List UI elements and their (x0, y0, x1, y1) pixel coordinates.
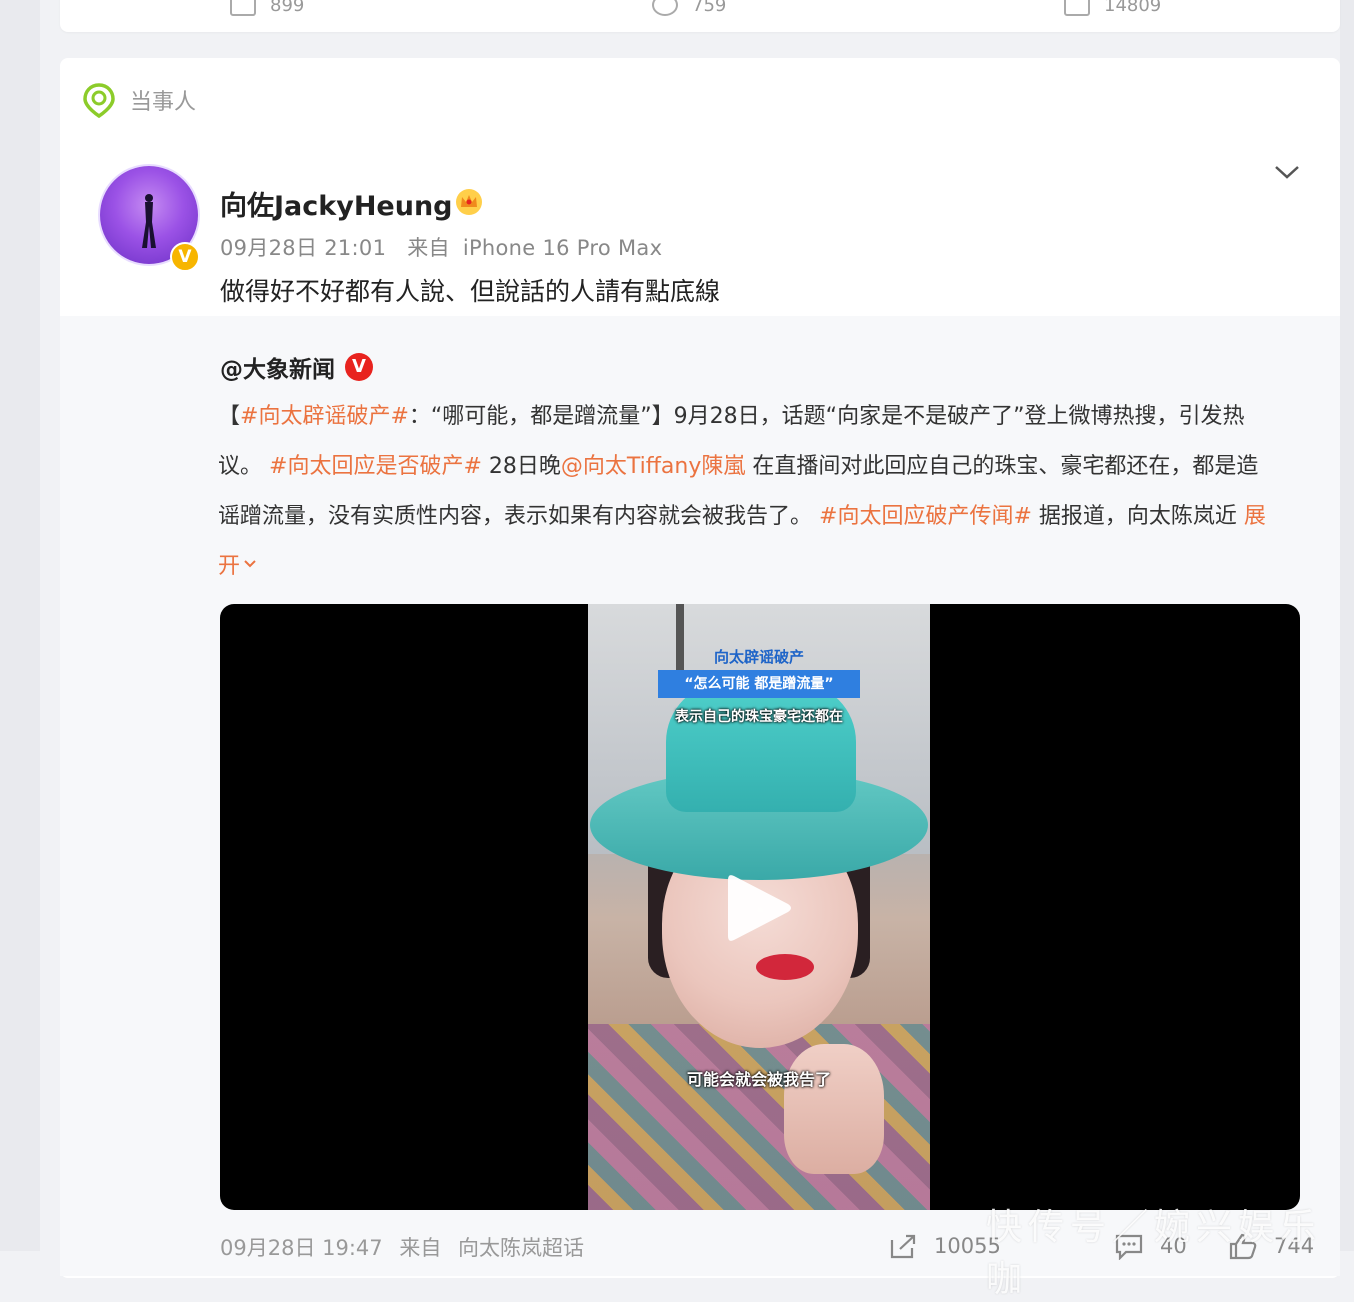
prev-like-count: 14809 (1104, 0, 1162, 16)
video-caption-line3: 表示自己的珠宝豪宅还都在 (675, 709, 843, 725)
card-tag: 当事人 (82, 82, 196, 118)
prev-like-action[interactable]: 14809 (1064, 0, 1161, 16)
watermark: 快传号／婉兴娱乐咖 (986, 1207, 1323, 1300)
author-name[interactable]: 向佐JackyHeung (220, 184, 453, 223)
video-caption-box: “怎么可能 都是蹭流量” (658, 670, 860, 698)
verified-badge: V (170, 242, 200, 272)
video-caption-bottom: 可能会就会被我告了 (686, 1070, 831, 1089)
body-text-1: 【 (218, 404, 241, 429)
repost-date[interactable]: 09月28日 19:47 (220, 1236, 383, 1260)
avatar-figure (142, 194, 156, 248)
location-pin-icon (83, 83, 115, 118)
page-gutter-left (0, 0, 40, 1251)
source-device: iPhone 16 Pro Max (462, 236, 663, 260)
post-card: 当事人 V 向佐JackyHeung 09月28日 21:01 来自 iPhon… (60, 58, 1340, 1278)
chevron-down-icon[interactable] (1272, 162, 1302, 182)
crown-icon (456, 189, 482, 215)
prev-comment-count: 759 (692, 0, 727, 16)
previous-post-card: 899 759 14809 (60, 0, 1340, 32)
frame-hand (784, 1044, 884, 1174)
like-icon (1064, 0, 1090, 16)
prev-share-action[interactable]: 899 (230, 0, 304, 16)
hashtag-3[interactable]: #向太回应破产传闻# (819, 504, 1032, 529)
share-action[interactable]: 10055 (888, 1232, 1001, 1260)
repost-meta: 09月28日 19:47 来自 向太陈岚超话 (220, 1232, 584, 1262)
post-text: 做得好不好都有人說、但說話的人請有點底線 (220, 277, 721, 306)
repost-source-prefix: 来自 (399, 1236, 442, 1260)
comment-icon (652, 0, 678, 16)
share-icon (230, 0, 256, 16)
repost-source-topic[interactable]: 向太陈岚超话 (458, 1236, 584, 1260)
expand-chevron-icon (244, 560, 256, 568)
post-date[interactable]: 09月28日 21:01 (220, 236, 386, 260)
repost-body: 【#向太辟谣破产#：“哪可能，都是蹭流量”】9月28日，话题“向家是不是破产了”… (218, 392, 1278, 592)
frame-hat-crown (666, 682, 856, 812)
tag-label: 当事人 (130, 90, 197, 115)
video-caption-top: 向太辟谣破产 (713, 648, 804, 666)
post-meta: 09月28日 21:01 来自 iPhone 16 Pro Max (220, 232, 662, 262)
page-gutter-right (1340, 0, 1354, 1251)
repost-source-name[interactable]: @大象新闻 (220, 350, 335, 384)
repost-source: @大象新闻 V (220, 350, 373, 384)
hashtag-2[interactable]: #向太回应是否破产# (269, 454, 482, 479)
repost-block: @大象新闻 V 【#向太辟谣破产#：“哪可能，都是蹭流量”】9月28日，话题“向… (60, 316, 1340, 1276)
mention-link[interactable]: @向太Tiffany陳嵐 (561, 454, 745, 479)
body-text-3: 28日晚 (481, 454, 561, 479)
prev-comment-action[interactable]: 759 (652, 0, 726, 16)
frame-lips (756, 954, 814, 980)
body-text-5: 据报道，向太陈岚近 (1031, 504, 1237, 529)
share-icon (890, 1234, 916, 1259)
red-verified-badge: V (345, 353, 373, 381)
prev-share-count: 899 (270, 0, 305, 16)
source-prefix: 来自 (407, 236, 450, 260)
play-icon[interactable] (724, 870, 794, 946)
hashtag-1[interactable]: #向太辟谣破产# (240, 404, 409, 429)
video-player[interactable]: 向太辟谣破产 “怎么可能 都是蹭流量” 表示自己的珠宝豪宅还都在 可能会就会被我… (220, 604, 1300, 1210)
